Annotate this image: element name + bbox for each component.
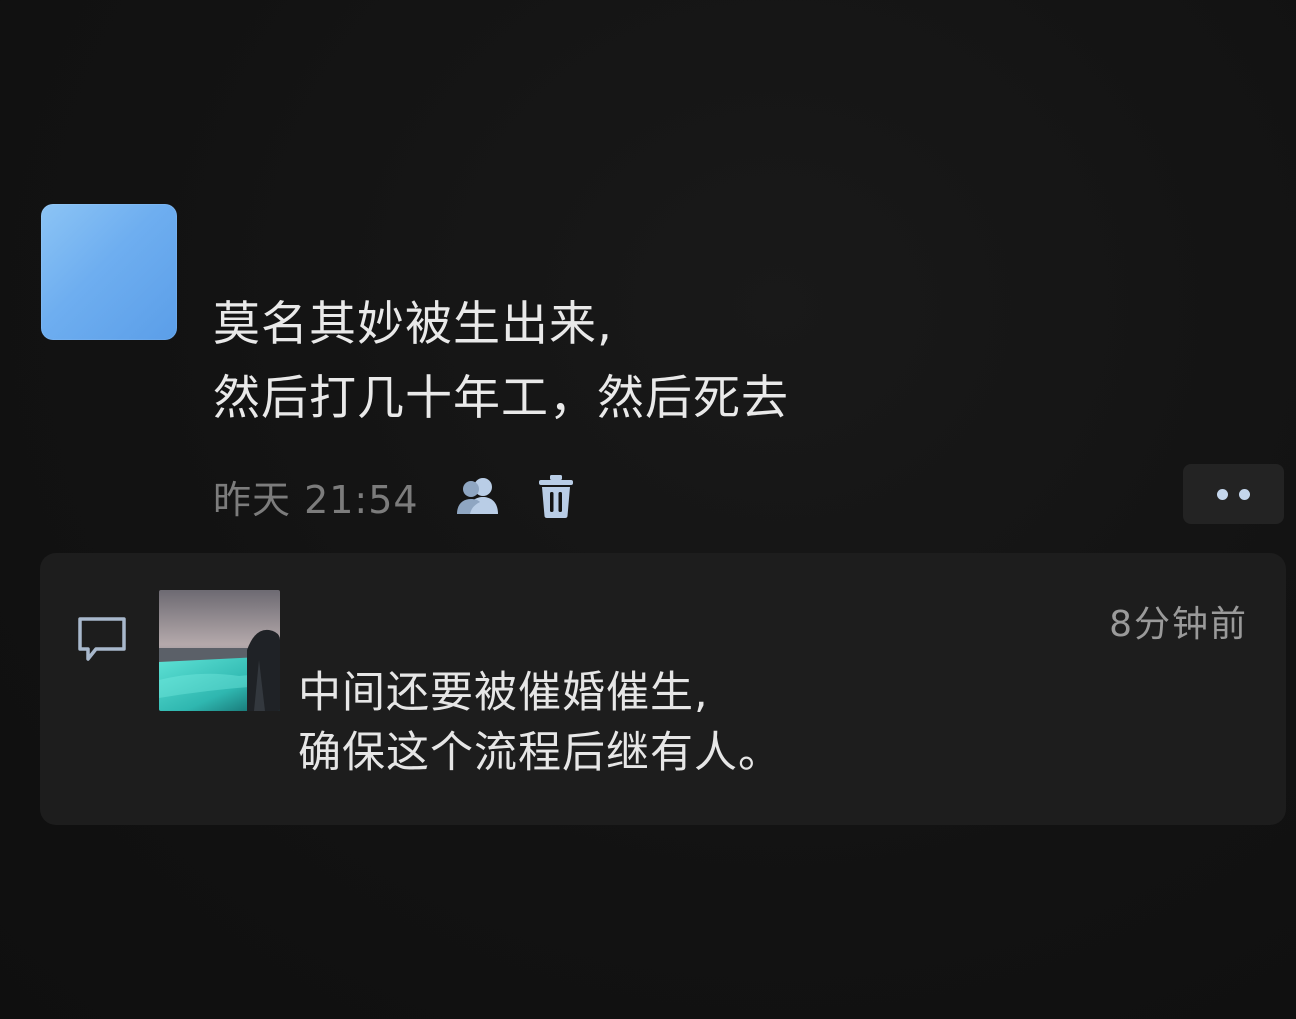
post-timestamp: 昨天 21:54 [213, 477, 419, 522]
post-text-line: 然后打几十年工，然后死去 [213, 371, 789, 426]
post-text: 莫名其妙被生出来, 然后打几十年工，然后死去 [213, 288, 1113, 436]
friends-icon[interactable] [453, 474, 503, 518]
commenter-avatar[interactable] [159, 590, 280, 711]
post-text-line: 莫名其妙被生出来, [213, 297, 613, 352]
more-dots-icon [1217, 488, 1228, 500]
post-meta-row: 昨天 21:54 [213, 466, 575, 526]
comment-time: 8分钟前 [1109, 604, 1248, 645]
comment-text-line: 中间还要被催婚催生, [298, 668, 709, 718]
comment-bubble-icon [76, 615, 128, 663]
comment-text-line: 确保这个流程后继有人。 [298, 728, 782, 778]
comment-text: 中间还要被催婚催生, 确保这个流程后继有人。 [298, 663, 1198, 783]
moments-screen: 莫名其妙被生出来, 然后打几十年工，然后死去 昨天 21:54 8分钟前 中间还… [0, 0, 1296, 1019]
comment-box: 8分钟前 中间还要被催婚催生, 确保这个流程后继有人。 [40, 553, 1286, 825]
user-avatar[interactable] [41, 204, 177, 340]
trash-icon[interactable] [537, 473, 575, 519]
more-button[interactable] [1183, 464, 1284, 524]
more-dots-icon [1239, 488, 1250, 500]
